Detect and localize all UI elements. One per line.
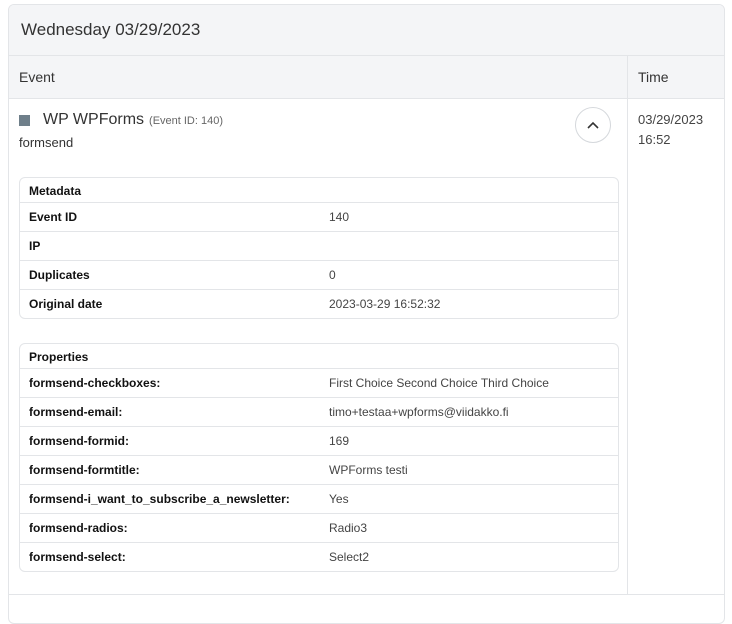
table-row: formsend-i_want_to_subscribe_a_newslette… bbox=[20, 485, 618, 514]
event-cell: WP WPForms (Event ID: 140) formsend Meta… bbox=[9, 99, 628, 594]
row-value: WPForms testi bbox=[329, 463, 408, 477]
row-value: 140 bbox=[329, 210, 350, 224]
table-row: formsend-radios: Radio3 bbox=[20, 514, 618, 543]
event-name: WP WPForms bbox=[43, 111, 145, 128]
row-value: First Choice Second Choice Third Choice bbox=[329, 376, 549, 390]
row-key: formsend-checkboxes: bbox=[29, 376, 161, 390]
day-title: Wednesday 03/29/2023 bbox=[9, 5, 724, 56]
time-cell: 03/29/2023 16:52 bbox=[628, 99, 713, 594]
properties-title: Properties bbox=[20, 344, 618, 369]
row-value: 169 bbox=[329, 434, 350, 448]
table-row: Duplicates 0 bbox=[20, 261, 618, 290]
day-card: Wednesday 03/29/2023 Event Time WP WPFor… bbox=[8, 4, 725, 624]
metadata-title: Metadata bbox=[20, 178, 618, 203]
event-color-marker bbox=[19, 114, 30, 126]
table-row: IP bbox=[20, 232, 618, 261]
table-row: formsend-select: Select2 bbox=[20, 543, 618, 571]
row-value: Radio3 bbox=[329, 521, 368, 535]
row-key: formsend-radios: bbox=[29, 521, 128, 535]
row-key: Event ID bbox=[29, 210, 78, 224]
collapse-button[interactable] bbox=[575, 107, 611, 143]
row-key: formsend-i_want_to_subscribe_a_newslette… bbox=[29, 492, 290, 506]
row-value: 2023-03-29 16:52:32 bbox=[329, 297, 441, 311]
row-value: 0 bbox=[329, 268, 336, 282]
time-date: 03/29/2023 bbox=[638, 112, 704, 127]
time-clock: 16:52 bbox=[638, 132, 671, 147]
table-row: Original date 2023-03-29 16:52:32 bbox=[20, 290, 618, 318]
table-row: formsend-checkboxes: First Choice Second … bbox=[20, 369, 618, 398]
row-key: Original date bbox=[29, 297, 103, 311]
row-key: IP bbox=[29, 239, 41, 253]
properties-table: Properties formsend-checkboxes: First Cho… bbox=[19, 343, 619, 572]
table-row: formsend-formid: 169 bbox=[20, 427, 618, 456]
metadata-table: Metadata Event ID 140 IP Duplicates 0 Origina… bbox=[19, 177, 619, 319]
table-row: formsend-email: timo+testaa+wpforms@viida… bbox=[20, 398, 618, 427]
row-value: Yes bbox=[329, 492, 349, 506]
table-header: Event Time bbox=[9, 56, 724, 99]
row-key: formsend-formid: bbox=[29, 434, 129, 448]
table-row: Event ID 140 bbox=[20, 203, 618, 232]
column-event: Event bbox=[9, 56, 628, 98]
row-key: formsend-select: bbox=[29, 550, 126, 564]
event-type: formsend bbox=[19, 135, 74, 150]
row-value: timo+testaa+wpforms@viidakko.fi bbox=[329, 405, 509, 419]
row-key: formsend-email: bbox=[29, 405, 123, 419]
table-row: formsend-formtitle: WPForms testi bbox=[20, 456, 618, 485]
event-id-label: (Event ID: 140) bbox=[149, 115, 224, 127]
row-key: formsend-formtitle: bbox=[29, 463, 140, 477]
column-time: Time bbox=[638, 69, 669, 85]
chevron-up-icon bbox=[587, 121, 599, 129]
event-row: WP WPForms (Event ID: 140) formsend Meta… bbox=[9, 99, 724, 595]
row-value: Select2 bbox=[329, 550, 370, 564]
row-value bbox=[320, 241, 338, 251]
row-key: Duplicates bbox=[29, 268, 90, 282]
